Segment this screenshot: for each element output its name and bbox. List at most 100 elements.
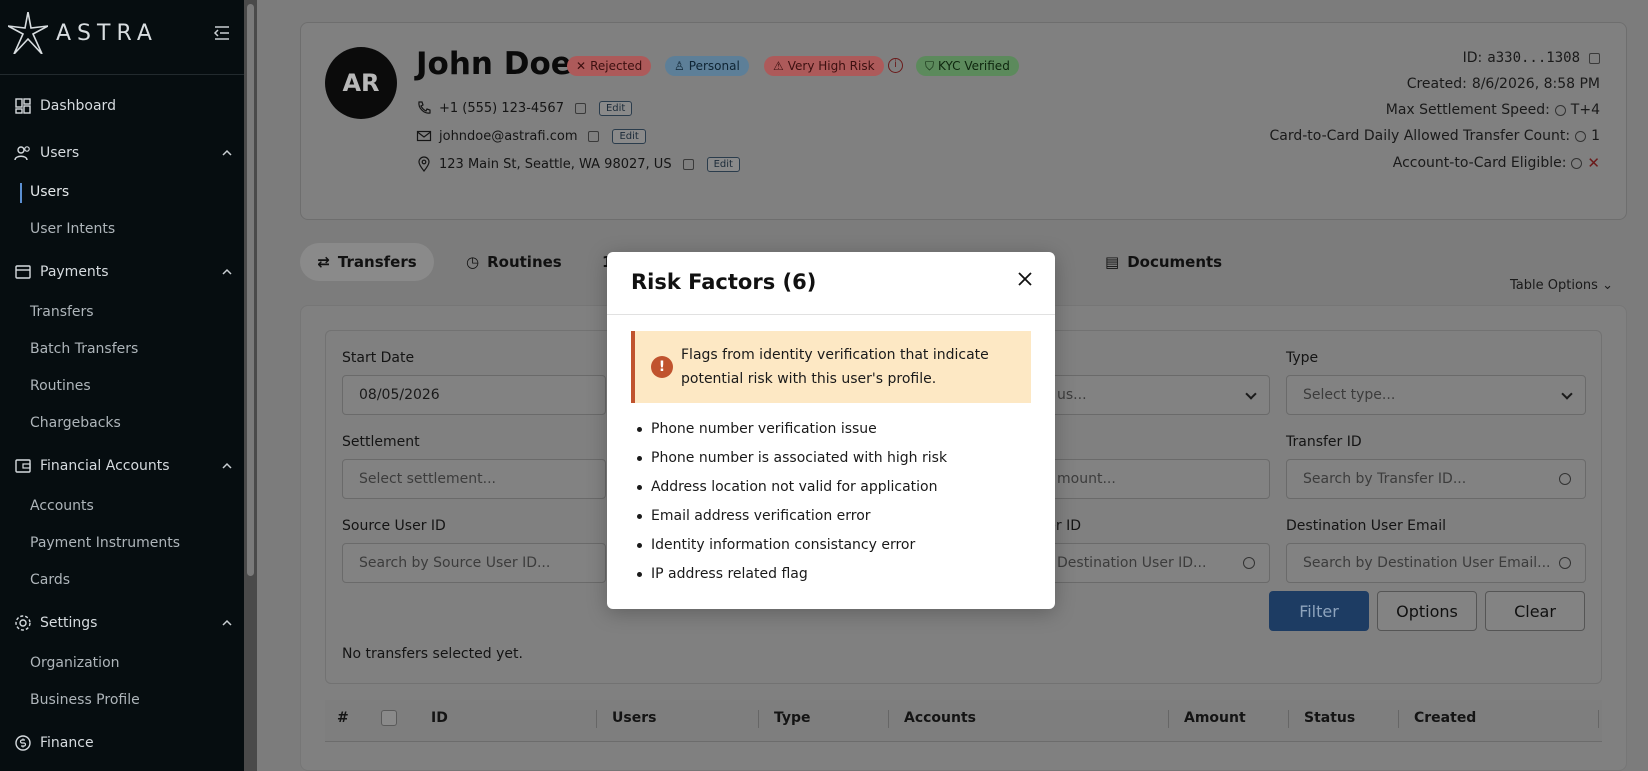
sidebar-item-finance[interactable]: Finance [14,734,94,752]
chevron-up-icon[interactable] [221,266,233,278]
dest-email-input[interactable]: Search by Destination User Email... [1286,543,1586,583]
col-index: # [337,710,349,726]
status-select[interactable]: us... [1040,375,1270,415]
chevron-up-icon[interactable] [221,460,233,472]
type-badge-personal: ♙ Personal [665,56,749,76]
location-pin-icon [418,156,430,172]
phone-icon [418,101,431,114]
kyc-badge: ⛉ KYC Verified [916,56,1019,76]
amount-input[interactable]: mount... [1040,459,1270,499]
source-user-input[interactable]: Search by Source User ID... [342,543,606,583]
copy-icon[interactable] [574,102,586,114]
sidebar-item-label: Payments [40,264,109,280]
sidebar-item-settings[interactable]: Settings [14,614,97,632]
column-separator[interactable] [888,710,889,728]
amount-placeholder: mount... [1057,471,1116,487]
meta-label: Created: [1406,76,1467,92]
scrollbar-thumb[interactable] [247,4,254,576]
copy-icon[interactable] [588,130,600,142]
column-separator[interactable] [596,710,597,728]
tab-transfers[interactable]: ⇄ Transfers [300,243,434,281]
document-icon: ▤ [1105,253,1120,271]
settlement-placeholder: Select settlement... [359,471,496,487]
sidebar-subitem-organization[interactable]: Organization [30,655,120,671]
sidebar-item-payments[interactable]: Payments [14,263,109,281]
chevron-up-icon[interactable] [221,617,233,629]
col-users[interactable]: Users [612,710,656,726]
shield-check-icon: ⛉ [925,58,935,73]
address-value: 123 Main St, Seattle, WA 98027, US [439,156,672,172]
sidebar-subitem-routines[interactable]: Routines [30,378,91,394]
warning-icon: ⚠ [773,59,784,73]
edit-address-button[interactable]: Edit [706,156,740,172]
sidebar-subitem-batch-transfers[interactable]: Batch Transfers [30,341,138,357]
clock-icon: ◷ [466,253,480,271]
copy-icon[interactable] [1589,52,1600,64]
user-id-value: a330...1308 [1487,50,1580,66]
transfer-id-input[interactable]: Search by Transfer ID... [1286,459,1586,499]
chevron-up-icon[interactable] [221,147,233,159]
settlement-select[interactable]: Select settlement... [342,459,606,499]
col-accounts[interactable]: Accounts [904,710,976,726]
close-icon[interactable] [1016,270,1034,288]
collapse-sidebar-icon[interactable] [213,24,231,42]
column-separator[interactable] [1598,710,1599,728]
sidebar-divider [0,74,244,75]
meta-created: Created: 8/6/2026, 8:58 PM [1407,76,1600,92]
options-button[interactable]: Options [1377,591,1477,631]
sidebar-item-dashboard[interactable]: Dashboard [14,97,116,115]
transfer-arrows-icon: ⇄ [317,253,330,271]
no-selection-text: No transfers selected yet. [342,646,523,662]
col-status[interactable]: Status [1304,710,1355,726]
email-row: johndoe@astrafi.com Edit [416,128,646,144]
sidebar-subitem-users[interactable]: Users [30,184,69,200]
column-separator[interactable] [758,710,759,728]
sidebar-subitem-accounts[interactable]: Accounts [30,498,94,514]
copy-icon[interactable] [682,158,694,170]
column-separator[interactable] [1168,710,1169,728]
sidebar-subitem-payment-instruments[interactable]: Payment Instruments [30,535,180,551]
col-created[interactable]: Created [1414,710,1476,726]
sidebar-subitem-transfers[interactable]: Transfers [30,304,94,320]
sidebar-subitem-chargebacks[interactable]: Chargebacks [30,415,121,431]
sidebar-subitem-business-profile[interactable]: Business Profile [30,692,140,708]
tab-documents[interactable]: ▤ Documents [1105,243,1222,281]
table-options-label: Table Options [1510,278,1598,293]
meta-settlement-speed: Max Settlement Speed: T+4 [1386,102,1600,118]
list-item: IP address related flag [636,563,947,592]
column-separator[interactable] [1398,710,1399,728]
exclamation-icon: ! [651,356,673,378]
person-icon: ♙ [674,59,685,73]
tab-routines[interactable]: ◷ Routines [466,243,562,281]
dest-user-input[interactable]: Destination User ID... [1040,543,1270,583]
clear-button[interactable]: Clear [1485,591,1585,631]
col-amount[interactable]: Amount [1184,710,1246,726]
column-separator[interactable] [1288,710,1289,728]
risk-info-icon[interactable]: i [888,58,903,73]
sidebar-subitem-user-intents[interactable]: User Intents [30,221,115,237]
sidebar-subitem-cards[interactable]: Cards [30,572,70,588]
sidebar-item-users[interactable]: Users [14,144,79,162]
filter-button[interactable]: Filter [1269,591,1369,631]
sidebar-scrollbar[interactable] [244,0,257,771]
select-all-checkbox[interactable] [381,710,397,726]
dest-user-placeholder: Destination User ID... [1057,555,1207,571]
col-type[interactable]: Type [774,710,811,726]
sidebar-item-financial-accounts[interactable]: Financial Accounts [14,457,170,475]
brand-logo[interactable]: ASTRA [8,12,158,54]
col-id[interactable]: ID [431,710,448,726]
type-select[interactable]: Select type... [1286,375,1586,415]
start-date-value: 08/05/2026 [359,387,440,403]
start-date-input[interactable]: 08/05/2026 [342,375,606,415]
payments-icon [15,265,31,279]
meta-id: ID: a330...1308 [1463,50,1600,66]
edit-phone-button[interactable]: Edit [598,100,633,116]
info-icon[interactable] [1554,104,1566,116]
edit-email-button[interactable]: Edit [612,128,646,144]
table-options-button[interactable]: Table Options ⌄ [1510,278,1613,293]
info-icon[interactable] [1575,130,1587,142]
list-item: Phone number is associated with high ris… [636,447,947,476]
status-badge-rejected: ✕ Rejected [567,56,652,76]
info-icon[interactable] [1571,157,1583,169]
mail-icon [416,130,432,142]
